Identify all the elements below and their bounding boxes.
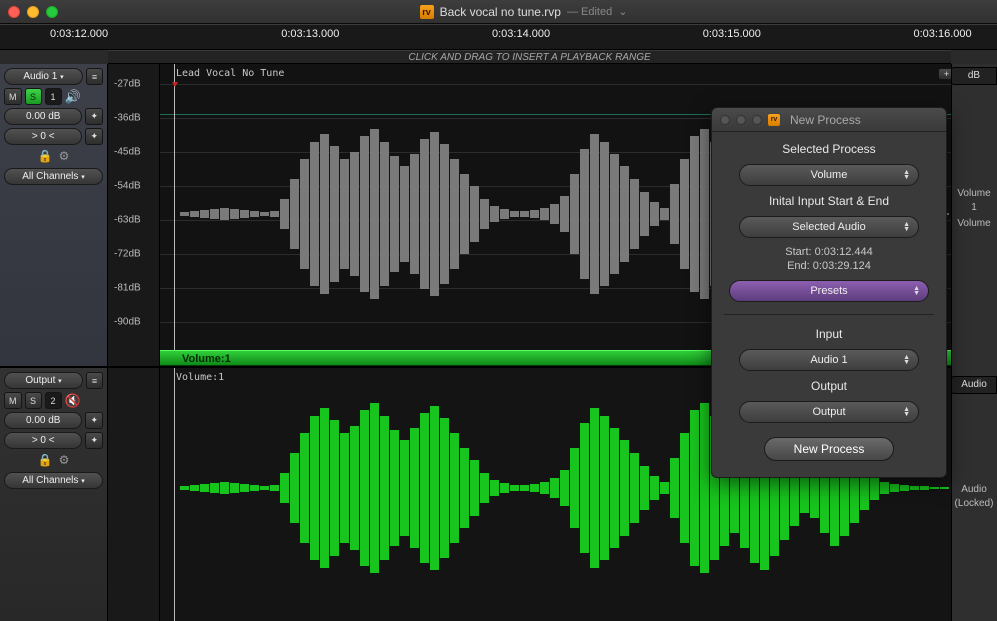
track-number: 1 bbox=[45, 88, 62, 105]
lock-icon[interactable]: 🔒 bbox=[38, 149, 53, 163]
track-name-select[interactable]: Output ▾ bbox=[4, 372, 83, 389]
app-icon: rv bbox=[768, 114, 780, 126]
ruler-tick: 0:03:15.000 bbox=[703, 28, 761, 40]
volume-index: 1 bbox=[953, 202, 995, 213]
lock-icon[interactable]: 🔒 bbox=[38, 453, 53, 467]
select-arrows-icon: ▲▼ bbox=[903, 355, 910, 365]
audio-tab[interactable]: Audio bbox=[951, 376, 997, 394]
edited-indicator[interactable]: — Edited bbox=[567, 6, 612, 18]
selected-process-select[interactable]: Volume ▲▼ bbox=[739, 164, 919, 186]
db-label: -81dB bbox=[114, 283, 141, 294]
window-controls bbox=[8, 6, 58, 18]
gain-adjust-button[interactable]: ✦ bbox=[85, 108, 103, 125]
speaker-icon[interactable]: 🔊 bbox=[65, 89, 81, 105]
db-label: -90dB bbox=[114, 317, 141, 328]
gear-icon[interactable]: ⚙ bbox=[59, 149, 70, 163]
pan-field[interactable]: > 0 < bbox=[4, 128, 82, 145]
track-header-output: Output ▾ ≡ M S 2 🔇 0.00 dB ✦ > 0 < ✦ 🔒 ⚙ bbox=[0, 368, 108, 621]
playback-range-hint[interactable]: CLICK AND DRAG TO INSERT A PLAYBACK RANG… bbox=[108, 50, 951, 64]
gain-field[interactable]: 0.00 dB bbox=[4, 108, 82, 125]
document-title: Back vocal no tune.rvp bbox=[440, 5, 561, 19]
gain-adjust-button[interactable]: ✦ bbox=[85, 412, 103, 429]
ruler-tick: 0:03:13.000 bbox=[281, 28, 339, 40]
ruler-tick: 0:03:14.000 bbox=[492, 28, 550, 40]
timeline-ruler[interactable]: 0:03:12.000 0:03:13.000 0:03:14.000 0:03:1… bbox=[0, 24, 997, 50]
audio-label: Audio bbox=[953, 484, 995, 495]
select-arrows-icon: ▲▼ bbox=[903, 170, 910, 180]
volume-label-2: Volume bbox=[953, 218, 995, 229]
zoom-window-button[interactable] bbox=[46, 6, 58, 18]
select-arrows-icon: ▲▼ bbox=[903, 222, 910, 232]
gear-icon[interactable]: ⚙ bbox=[59, 453, 70, 467]
speaker-muted-icon[interactable]: 🔇 bbox=[65, 393, 81, 409]
channels-select[interactable]: All Channels ▾ bbox=[4, 168, 103, 185]
mute-button[interactable]: M bbox=[4, 392, 22, 409]
ruler-ticks: 0:03:13.0000:03:14.0000:03:15.0000:03:16… bbox=[108, 25, 951, 49]
channels-select[interactable]: All Channels ▾ bbox=[4, 472, 103, 489]
pan-adjust-button[interactable]: ✦ bbox=[85, 432, 103, 449]
volume-label: Volume bbox=[953, 188, 995, 199]
output-label: Output bbox=[811, 379, 847, 393]
input-start-end-label: Inital Input Start & End bbox=[769, 194, 889, 208]
minimize-window-button[interactable] bbox=[27, 6, 39, 18]
dialog-minimize-button[interactable] bbox=[736, 115, 746, 125]
dialog-title: New Process bbox=[786, 113, 938, 127]
window-titlebar: rv Back vocal no tune.rvp — Edited ⌄ bbox=[0, 0, 997, 24]
track-number: 2 bbox=[45, 392, 62, 409]
right-sidebar: + dB Volume 1 Volume Audio Audio (Locked… bbox=[951, 64, 997, 621]
track-menu-button[interactable]: ≡ bbox=[86, 68, 103, 85]
select-arrows-icon: ▲▼ bbox=[903, 407, 910, 417]
solo-button[interactable]: S bbox=[25, 392, 42, 409]
selected-process-label: Selected Process bbox=[782, 142, 875, 156]
input-label: Input bbox=[816, 327, 843, 341]
new-process-button[interactable]: New Process bbox=[764, 437, 894, 461]
marker-icon[interactable] bbox=[172, 82, 178, 88]
db-label: -36dB bbox=[114, 113, 141, 124]
solo-button[interactable]: S bbox=[25, 88, 42, 105]
pan-field[interactable]: > 0 < bbox=[4, 432, 82, 449]
clip-name-label: Volume:1 bbox=[176, 372, 224, 383]
db-scale-audio1: -27dB -36dB -45dB -54dB -63dB -72dB -81dB -90dB bbox=[108, 64, 160, 366]
db-label: -45dB bbox=[114, 147, 141, 158]
close-window-button[interactable] bbox=[8, 6, 20, 18]
db-label: -72dB bbox=[114, 249, 141, 260]
track-header-audio1: Audio 1 ▾ ≡ M S 1 🔊 0.00 dB ✦ > 0 < ✦ 🔒 … bbox=[0, 64, 108, 366]
presets-select[interactable]: Presets ▲▼ bbox=[729, 280, 929, 302]
db-label: -54dB bbox=[114, 181, 141, 192]
output-select[interactable]: Output ▲▼ bbox=[739, 401, 919, 423]
dialog-close-button[interactable] bbox=[720, 115, 730, 125]
ruler-tick: 0:03:12.000 bbox=[50, 28, 108, 40]
db-tab[interactable]: dB bbox=[951, 67, 997, 85]
input-select[interactable]: Audio 1 ▲▼ bbox=[739, 349, 919, 371]
ruler-tick: 0:03:16.000 bbox=[914, 28, 972, 40]
db-label: -63dB bbox=[114, 215, 141, 226]
input-range-select[interactable]: Selected Audio ▲▼ bbox=[739, 216, 919, 238]
locked-label: (Locked) bbox=[953, 498, 995, 509]
start-time-label: Start: 0:03:12.444 bbox=[785, 246, 872, 258]
new-process-dialog: rv New Process Selected Process Volume ▲… bbox=[711, 107, 947, 478]
track-menu-button[interactable]: ≡ bbox=[86, 372, 103, 389]
dialog-titlebar[interactable]: rv New Process bbox=[712, 108, 946, 132]
pan-adjust-button[interactable]: ✦ bbox=[85, 128, 103, 145]
track-name-select[interactable]: Audio 1 ▾ bbox=[4, 68, 83, 85]
db-label: -27dB bbox=[114, 79, 141, 90]
mute-button[interactable]: M bbox=[4, 88, 22, 105]
end-time-label: End: 0:03:29.124 bbox=[787, 260, 871, 272]
dialog-zoom-button[interactable] bbox=[752, 115, 762, 125]
app-icon: rv bbox=[420, 5, 434, 19]
clip-name-label: Lead Vocal No Tune bbox=[176, 68, 284, 79]
edited-chevron-icon[interactable]: ⌄ bbox=[618, 5, 627, 18]
select-arrows-icon: ▲▼ bbox=[913, 286, 920, 296]
gain-field[interactable]: 0.00 dB bbox=[4, 412, 82, 429]
db-scale-output bbox=[108, 368, 160, 621]
